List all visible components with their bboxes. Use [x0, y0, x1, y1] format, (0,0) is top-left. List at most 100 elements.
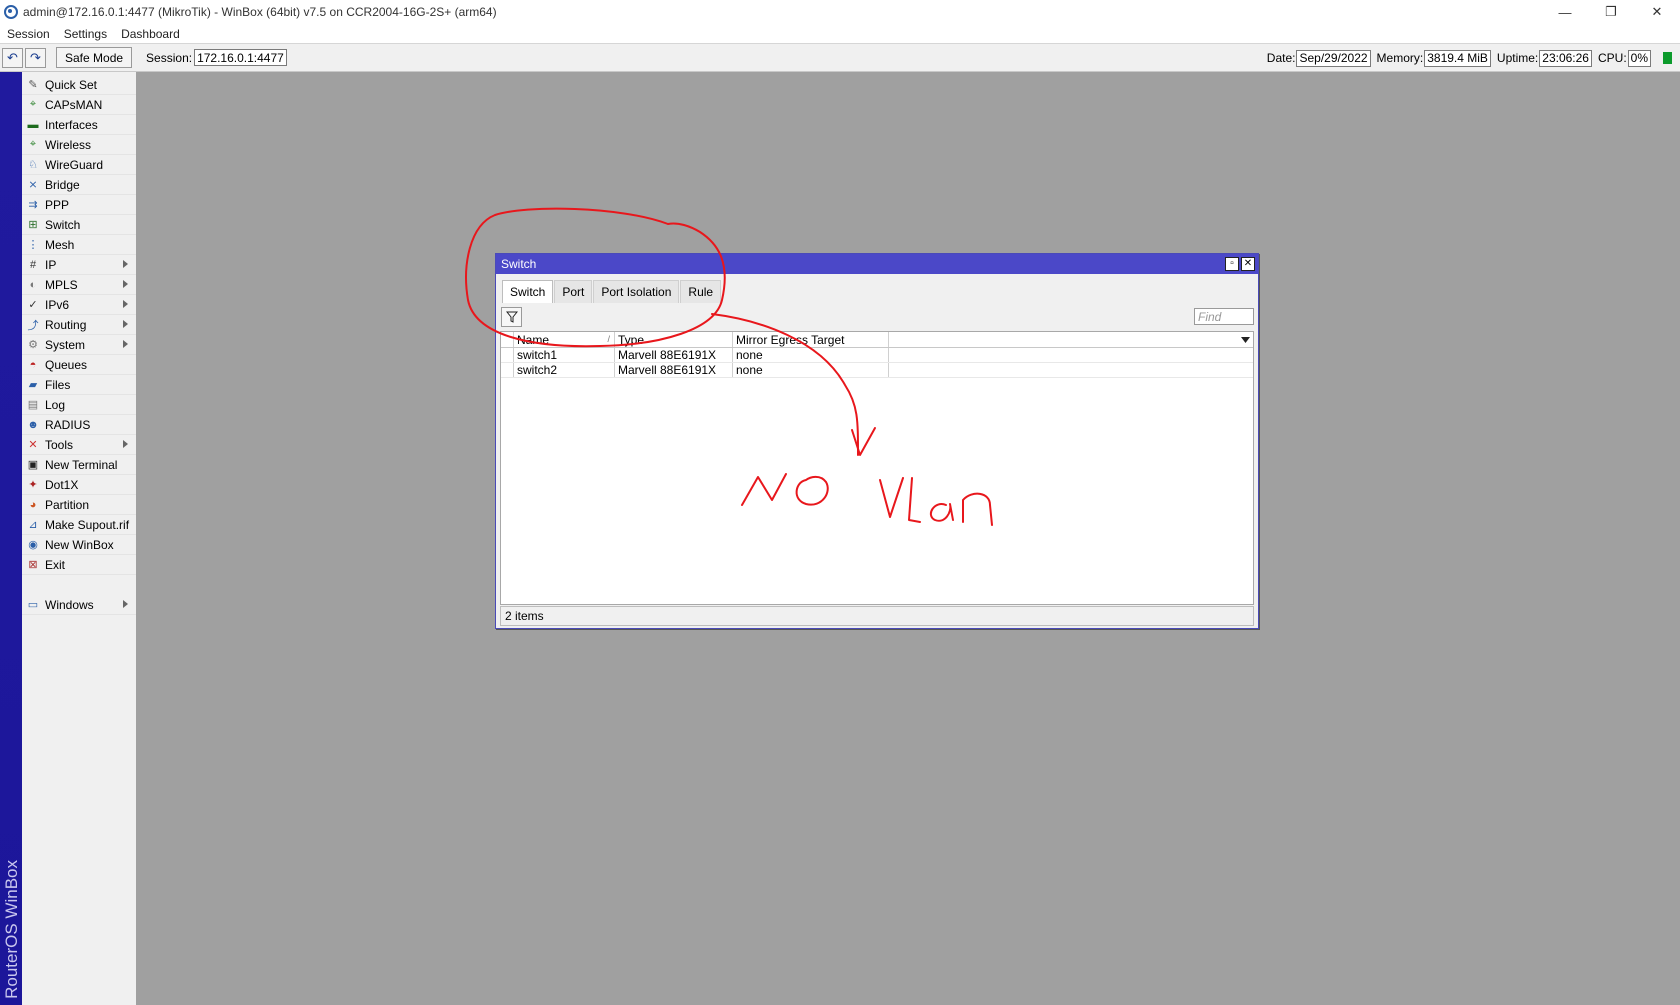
sidebar-item-label: RADIUS	[45, 417, 91, 432]
menu-dashboard[interactable]: Dashboard	[114, 27, 187, 41]
sidebar-item-log[interactable]: ▤ Log	[22, 395, 136, 415]
sidebar-item-wireguard[interactable]: ♘ WireGuard	[22, 155, 136, 175]
ip-icon: #	[29, 258, 37, 271]
mpls-icon: ◐	[29, 278, 37, 291]
filter-icon	[505, 311, 518, 323]
sidebar-item-label: CAPsMAN	[45, 97, 103, 112]
mesh-icon: ⋮	[27, 239, 39, 251]
session-field: 172.16.0.1:4477	[194, 49, 287, 66]
sidebar-item-new-winbox[interactable]: ◉ New WinBox	[22, 535, 136, 555]
cpu-value: 0%	[1627, 49, 1651, 67]
winbox-icon: ◉	[28, 539, 38, 551]
maximize-icon[interactable]: ▫	[1225, 257, 1239, 271]
sidebar-item-ip[interactable]: # IP	[22, 255, 136, 275]
sidebar-item-exit[interactable]: ⊠ Exit	[22, 555, 136, 575]
sidebar-item-capsman[interactable]: ⌖ CAPsMAN	[22, 95, 136, 115]
sidebar-item-system[interactable]: ⚙ System	[22, 335, 136, 355]
sidebar-item-ipv6[interactable]: ✓ IPv6	[22, 295, 136, 315]
sidebar-item-label: Tools	[45, 437, 74, 452]
column-header-mirror[interactable]: Mirror Egress Target	[733, 332, 889, 347]
sidebar-item-tools[interactable]: ✕ Tools	[22, 435, 136, 455]
switch-toolbar: Find	[496, 304, 1258, 330]
column-menu-button[interactable]	[1237, 332, 1253, 348]
winbox-logo-icon	[4, 5, 18, 19]
sidebar-item-label: IP	[45, 257, 57, 272]
radius-icon: ☻	[27, 418, 39, 431]
menu-settings[interactable]: Settings	[57, 27, 114, 41]
switch-window-titlebar[interactable]: Switch ▫ ✕	[496, 254, 1258, 274]
cell-mirror-egress-target: none	[733, 363, 889, 377]
sidebar-item-files[interactable]: ▰ Files	[22, 375, 136, 395]
sidebar-item-wireless[interactable]: ⌖ Wireless	[22, 135, 136, 155]
tab-port-isolation[interactable]: Port Isolation	[593, 280, 680, 303]
sidebar-item-ppp[interactable]: ⇉ PPP	[22, 195, 136, 215]
toolbar: ↶ ↷ Safe Mode Session: 172.16.0.1:4477 D…	[0, 44, 1680, 72]
sidebar-item-partition[interactable]: ◕ Partition	[22, 495, 136, 515]
sidebar-item-quick-set[interactable]: ✎ Quick Set	[22, 75, 136, 95]
sidebar-item-radius[interactable]: ☻ RADIUS	[22, 415, 136, 435]
sidebar-item-label: WireGuard	[45, 157, 104, 172]
undo-button[interactable]: ↶	[2, 47, 23, 68]
files-icon: ▰	[28, 379, 38, 391]
sidebar-item-make-supout-rif[interactable]: ⊿ Make Supout.rif	[22, 515, 136, 535]
sidebar-item-label: IPv6	[45, 297, 70, 312]
safe-mode-button[interactable]: Safe Mode	[56, 47, 133, 68]
sidebar-item-label: Dot1X	[45, 477, 79, 492]
sort-icon: /	[607, 334, 610, 344]
column-header-name[interactable]: Name /	[514, 332, 615, 347]
tab-bar: Switch Port Port Isolation Rule	[496, 274, 1258, 304]
sidebar-item-routing[interactable]: ⤴ Routing	[22, 315, 136, 335]
log-icon: ▤	[27, 399, 39, 411]
sidebar-item-label: New WinBox	[45, 537, 114, 552]
restore-button[interactable]: ❐	[1588, 0, 1634, 24]
table-row[interactable]: switch1 Marvell 88E6191X none	[501, 348, 1253, 363]
sidebar-item-label: Quick Set	[45, 77, 98, 92]
sidebar-item-label: MPLS	[45, 277, 78, 292]
cell-type: Marvell 88E6191X	[615, 348, 733, 362]
switch-table: Name / Type Mirror Egress Target switch1 M…	[500, 331, 1254, 605]
tab-rule[interactable]: Rule	[680, 280, 722, 303]
find-input[interactable]: Find	[1194, 308, 1254, 325]
undo-icon: ↶	[7, 49, 18, 65]
switch-icon: ⊞	[28, 219, 38, 231]
redo-button[interactable]: ↷	[25, 47, 46, 68]
menu-session[interactable]: Session	[0, 27, 57, 41]
submenu-arrow-icon	[123, 440, 128, 448]
date-label: Date:	[1266, 51, 1296, 65]
sidebar-item-switch[interactable]: ⊞ Switch	[22, 215, 136, 235]
uptime-label: Uptime:	[1496, 51, 1539, 65]
sidebar-item-windows[interactable]: ▭ Windows	[22, 595, 136, 615]
table-row[interactable]: switch2 Marvell 88E6191X none	[501, 363, 1253, 378]
sidebar-item-interfaces[interactable]: ▬ Interfaces	[22, 115, 136, 135]
wireless-icon: ⌖	[29, 138, 37, 150]
bridge-icon: ⨯	[28, 179, 38, 191]
cell-type: Marvell 88E6191X	[615, 363, 733, 377]
interfaces-icon: ▬	[27, 118, 39, 131]
tools-icon: ✕	[28, 439, 38, 451]
window-title: admin@172.16.0.1:4477 (MikroTik) - WinBo…	[23, 5, 497, 19]
capsman-icon: ⌖	[29, 98, 37, 110]
sidebar-item-queues[interactable]: ◓ Queues	[22, 355, 136, 375]
cell-mirror-egress-target: none	[733, 348, 889, 362]
tab-switch[interactable]: Switch	[502, 280, 554, 303]
minimize-button[interactable]: —	[1542, 0, 1588, 24]
dot1x-icon: ✦	[28, 479, 38, 491]
sidebar-item-mpls[interactable]: ◐ MPLS	[22, 275, 136, 295]
close-icon[interactable]: ✕	[1241, 257, 1255, 271]
tab-port[interactable]: Port	[554, 280, 593, 303]
sidebar-item-label: Wireless	[45, 137, 92, 152]
sidebar-item-new-terminal[interactable]: ▣ New Terminal	[22, 455, 136, 475]
sidebar-item-label: Exit	[45, 557, 66, 572]
submenu-arrow-icon	[123, 260, 128, 268]
partition-icon: ◕	[29, 498, 37, 511]
sidebar-item-mesh[interactable]: ⋮ Mesh	[22, 235, 136, 255]
sidebar-item-label: Files	[45, 377, 71, 392]
sidebar-item-dot1x[interactable]: ✦ Dot1X	[22, 475, 136, 495]
column-header-type[interactable]: Type	[615, 332, 733, 347]
filter-button[interactable]	[501, 307, 522, 327]
row-marker	[501, 363, 514, 377]
sidebar-item-bridge[interactable]: ⨯ Bridge	[22, 175, 136, 195]
close-window-button[interactable]: ✕	[1634, 0, 1680, 24]
row-marker	[501, 348, 514, 362]
sidebar-item-label: Queues	[45, 357, 88, 372]
